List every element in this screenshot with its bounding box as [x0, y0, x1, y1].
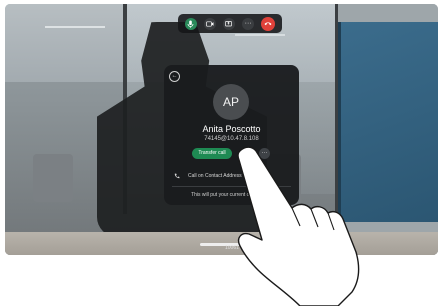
microphone-icon [187, 20, 194, 28]
contact-address: 74145@10.47.8.108 [204, 136, 259, 142]
contact-name: Anita Poscotto [202, 124, 261, 134]
video-camera-icon [205, 20, 214, 27]
add-button[interactable]: + [243, 148, 254, 159]
transfer-call-button[interactable]: Transfer call [192, 148, 232, 159]
hold-note: This will put your current call on hold [191, 192, 272, 198]
share-button[interactable] [222, 17, 235, 30]
divider [172, 186, 291, 187]
call-toolbar: ··· [178, 14, 282, 33]
transfer-call-dialog: ← AP Anita Poscotto 74145@10.47.8.108 Tr… [164, 65, 299, 205]
more-button[interactable]: ··· [242, 17, 255, 30]
plus-icon: + [246, 150, 251, 156]
more-icon: ··· [261, 150, 268, 156]
back-button[interactable]: ← [169, 71, 180, 82]
more-icon: ··· [244, 20, 252, 27]
avatar: AP [213, 84, 249, 120]
video-button[interactable] [203, 17, 216, 30]
call-on-contact-address-row[interactable]: Call on Contact Address [174, 171, 292, 183]
chair [33, 154, 73, 202]
microphone-button[interactable] [184, 17, 197, 30]
video-call-screen: 10061 ··· ← AP Anita Poscotto 74145@10.4… [5, 4, 438, 255]
more-options-button[interactable]: ··· [259, 148, 270, 159]
end-call-button[interactable] [261, 16, 276, 31]
blue-acoustic-panel [338, 22, 438, 222]
camera-label: 10061 [225, 245, 239, 251]
end-call-icon [264, 22, 272, 26]
back-arrow-icon: ← [171, 73, 178, 79]
phone-icon [174, 173, 180, 181]
call-on-contact-address-label: Call on Contact Address [188, 173, 242, 179]
avatar-initials: AP [222, 95, 239, 109]
ceiling-light [45, 26, 105, 28]
share-icon [225, 21, 233, 27]
